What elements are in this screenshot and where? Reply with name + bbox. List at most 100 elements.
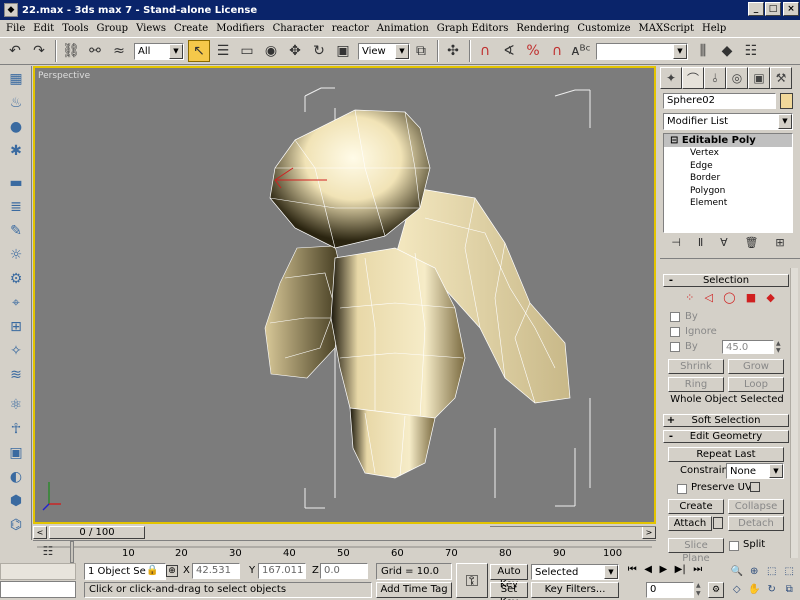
angle-spinner[interactable]: 45.0 [722, 340, 774, 354]
spinner-arrows-icon[interactable]: ▲ ▼ [776, 340, 784, 354]
constraints-dropdown[interactable]: None ▼ [726, 463, 784, 479]
pan-icon[interactable]: ✋ [746, 581, 764, 599]
gear-icon[interactable]: ⚙ [4, 268, 28, 290]
y-coordinate-field[interactable]: 167.011 [258, 563, 306, 579]
pin-stack-icon[interactable]: ⊣ [671, 236, 681, 252]
absolute-mode-icon[interactable]: ⊕ [166, 565, 178, 577]
collapse-button[interactable]: Collapse [728, 499, 784, 514]
menu-character[interactable]: Character [269, 23, 328, 34]
make-unique-icon[interactable]: ∀ [720, 236, 728, 252]
maximize-viewport-icon[interactable]: ⧉ [781, 581, 799, 599]
menu-tools[interactable]: Tools [58, 23, 92, 34]
viewport-perspective[interactable]: Perspective [33, 66, 656, 524]
select-and-move-icon[interactable]: ✥ [284, 40, 306, 62]
stack-icon[interactable]: ≣ [4, 196, 28, 218]
zoom-icon[interactable]: 🔍 [728, 563, 746, 581]
border-level-icon[interactable]: ◯ [723, 291, 735, 304]
create-tab-icon[interactable]: ✦ [660, 67, 682, 89]
light-icon[interactable]: ☼ [4, 244, 28, 266]
utility-icon[interactable]: ⌬ [4, 514, 28, 536]
stack-item-element[interactable]: Element [664, 197, 792, 210]
layer-manager-icon[interactable]: ☷ [740, 40, 762, 62]
ring-button[interactable]: Ring [668, 377, 724, 392]
stack-item-polygon[interactable]: Polygon [664, 185, 792, 198]
utilities-tab-icon[interactable]: ⚒ [770, 67, 792, 89]
ignore-backfacing-checkbox[interactable] [670, 327, 680, 337]
modifier-panel-icon[interactable]: ▬ [4, 172, 28, 194]
create-button[interactable]: Create [668, 499, 724, 514]
command-panel-scrollbar[interactable] [790, 268, 798, 558]
time-slider-track[interactable] [490, 526, 656, 539]
maximize-button[interactable]: □ [765, 2, 781, 16]
play-icon[interactable]: ▶ [659, 564, 667, 580]
modify-tab-icon[interactable]: ⌒ [682, 67, 704, 89]
time-slider[interactable]: 0 / 100 [49, 526, 145, 539]
attach-button[interactable]: Attach [668, 516, 712, 531]
go-to-start-icon[interactable]: ⏮ [628, 564, 637, 580]
go-to-end-icon[interactable]: ⏭ [693, 564, 702, 580]
auto-key-button[interactable]: Auto Key [490, 564, 528, 590]
repeat-last-button[interactable]: Repeat Last [668, 447, 784, 462]
reference-coordinate-dropdown[interactable]: View ▼ [358, 42, 410, 60]
menu-customize[interactable]: Customize [573, 23, 634, 34]
current-frame-field[interactable]: 0 [646, 582, 694, 598]
select-object-icon[interactable]: ↖ [188, 40, 210, 62]
add-time-tag-button[interactable]: Add Time Tag [376, 582, 452, 598]
create-teapot-icon[interactable]: ♨ [4, 92, 28, 114]
pivot-center-icon[interactable]: ⧉ [410, 40, 432, 62]
minimize-button[interactable]: _ [748, 2, 764, 16]
render-icon[interactable]: ▣ [4, 442, 28, 464]
polygon-level-icon[interactable]: ■ [746, 291, 756, 304]
select-and-manipulate-icon[interactable]: ✣ [442, 40, 464, 62]
edit-geometry-rollout-header[interactable]: - Edit Geometry [663, 430, 789, 443]
menu-edit[interactable]: Edit [29, 23, 58, 34]
shrink-button[interactable]: Shrink [668, 359, 724, 374]
menu-create[interactable]: Create [170, 23, 212, 34]
display-tab-icon[interactable]: ▣ [748, 67, 770, 89]
material-icon[interactable]: ⬢ [4, 490, 28, 512]
zoom-all-icon[interactable]: ⊕ [746, 563, 764, 581]
key-filters-button[interactable]: Key Filters... [531, 582, 619, 598]
unlink-icon[interactable]: ⚯ [84, 40, 106, 62]
modifier-list-dropdown[interactable]: Modifier List ▼ [663, 113, 793, 130]
previous-frame-icon[interactable]: ◀ [644, 564, 652, 580]
undo-icon[interactable]: ↶ [4, 40, 26, 62]
menu-help[interactable]: Help [698, 23, 730, 34]
selection-filter-dropdown[interactable]: All ▼ [134, 42, 184, 60]
menu-modifiers[interactable]: Modifiers [212, 23, 268, 34]
app-icon[interactable]: ◆ [4, 3, 18, 17]
menu-graph-editors[interactable]: Graph Editors [433, 23, 513, 34]
selection-rollout-header[interactable]: - Selection [663, 274, 789, 287]
set-key-button[interactable]: Set Key [490, 582, 528, 600]
percent-snap-icon[interactable]: % [522, 40, 544, 62]
next-frame-icon[interactable]: ▶| [675, 564, 686, 580]
x-coordinate-field[interactable]: 42.531 [192, 563, 240, 579]
biped-icon[interactable]: ☥ [4, 418, 28, 440]
snaps-toggle-icon[interactable]: ∩ [474, 40, 496, 62]
mirror-icon[interactable]: ⫼ [692, 40, 714, 62]
detach-button[interactable]: Detach [728, 516, 784, 531]
select-by-name-icon[interactable]: ☰ [212, 40, 234, 62]
menu-views[interactable]: Views [132, 23, 170, 34]
zoom-extents-icon[interactable]: ⬚ [763, 563, 781, 581]
zoom-extents-all-icon[interactable]: ⬚ [781, 563, 799, 581]
stack-editable-poly[interactable]: ⊟ Editable Poly [664, 134, 792, 147]
edge-level-icon[interactable]: ◁ [705, 291, 713, 304]
environment-icon[interactable]: ◐ [4, 466, 28, 488]
slice-plane-button[interactable]: Slice Plane [668, 538, 724, 564]
vertex-level-icon[interactable]: ⁘ [685, 291, 694, 304]
loop-button[interactable]: Loop [728, 377, 784, 392]
align-icon[interactable]: ◆ [716, 40, 738, 62]
hierarchy-tab-icon[interactable]: ⫰ [704, 67, 726, 89]
create-shapes-icon[interactable]: ✱ [4, 140, 28, 162]
menu-maxscript[interactable]: MAXScript [635, 23, 698, 34]
menu-reactor[interactable]: reactor [328, 23, 373, 34]
menu-rendering[interactable]: Rendering [512, 23, 573, 34]
menu-group[interactable]: Group [92, 23, 132, 34]
by-vertex-checkbox[interactable] [670, 312, 680, 322]
field-of-view-icon[interactable]: ◇ [728, 581, 746, 599]
stack-item-edge[interactable]: Edge [664, 160, 792, 173]
show-end-result-icon[interactable]: Ⅱ [698, 236, 703, 252]
select-and-scale-icon[interactable]: ▣ [332, 40, 354, 62]
edit-named-selection-icon[interactable]: ᴀᴮᶜ [570, 40, 592, 62]
